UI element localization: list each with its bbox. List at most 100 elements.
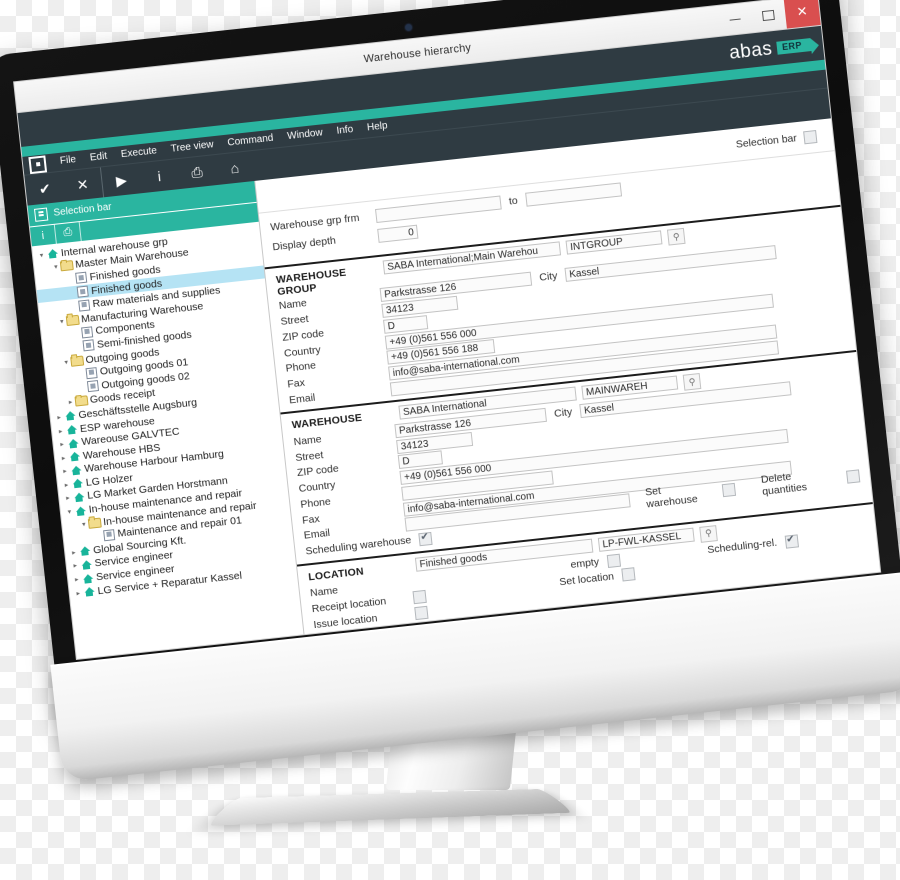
selection-bar-icon — [33, 207, 49, 222]
monitor-screen: Warehouse hierarchy ✕ abas ERP File Edit… — [13, 0, 882, 661]
document-icon — [77, 299, 91, 312]
folder-icon — [74, 395, 89, 407]
minimize-button[interactable] — [716, 2, 753, 35]
home-icon — [73, 506, 87, 516]
icon-shape — [47, 249, 58, 259]
search-icon[interactable]: ⚲ — [682, 373, 702, 392]
location-empty-checkbox[interactable] — [606, 553, 621, 568]
document-icon — [102, 528, 116, 542]
icon-shape — [74, 395, 89, 407]
menu-edit[interactable]: Edit — [82, 147, 115, 168]
close-button[interactable]: ✕ — [783, 0, 821, 29]
checkmark-icon[interactable]: ✔ — [24, 172, 65, 206]
icon-shape — [78, 299, 91, 312]
document-icon — [80, 326, 94, 339]
scheduling-rel-checkbox[interactable] — [784, 533, 799, 549]
issue-location-checkbox[interactable] — [414, 605, 429, 621]
tree-twisty-spacer — [78, 387, 87, 388]
warehouse-group-city-label: City — [538, 270, 559, 285]
icon-shape — [72, 479, 83, 489]
warehouse-city-label: City — [553, 405, 573, 420]
document-icon — [82, 339, 96, 352]
document-icon — [74, 272, 88, 285]
menu-file[interactable]: File — [52, 150, 84, 171]
home-icon — [63, 411, 77, 421]
abas-erp-application: Warehouse hierarchy ✕ abas ERP File Edit… — [14, 0, 882, 661]
detail-form-panel: Selection bar Warehouse grp frm to Displ… — [255, 118, 882, 661]
icon-shape — [68, 438, 79, 448]
home-icon — [78, 546, 92, 556]
home-icon — [65, 424, 79, 434]
icon-shape — [76, 285, 89, 298]
folder-icon — [70, 355, 85, 367]
folder-icon — [59, 260, 74, 272]
icon-shape — [85, 366, 98, 379]
tree-print-icon[interactable]: ⎙ — [55, 225, 80, 241]
icon-shape — [79, 546, 90, 556]
printer-icon[interactable]: ⎙ — [176, 155, 217, 189]
abas-erp-logo: abas ERP — [728, 35, 812, 64]
folder-icon — [87, 517, 102, 529]
tree-twisty-spacer — [69, 306, 78, 307]
icon-shape — [70, 465, 81, 475]
icon-shape — [65, 411, 76, 421]
document-icon — [76, 285, 90, 298]
info-icon[interactable]: i — [139, 159, 180, 193]
minimize-icon — [729, 18, 741, 21]
scheduling-warehouse-checkbox[interactable] — [418, 531, 433, 546]
document-icon — [86, 380, 100, 393]
folder-icon — [65, 314, 80, 326]
tree-twisty-spacer — [72, 333, 81, 334]
home-icon — [82, 587, 96, 597]
icon-shape — [81, 326, 94, 339]
receipt-location-checkbox[interactable] — [412, 590, 427, 605]
icon-shape — [87, 517, 102, 529]
home-icon — [70, 479, 84, 489]
tree-twisty-spacer — [66, 279, 75, 280]
set-warehouse-checkbox[interactable] — [722, 482, 737, 498]
application-icon — [28, 154, 48, 174]
tree-info-icon[interactable]: i — [30, 228, 55, 243]
home-icon — [68, 452, 82, 462]
icon-shape — [82, 573, 93, 583]
monitor-stand-base — [205, 788, 575, 826]
warehouse-hierarchy-tree[interactable]: Internal warehouse grpMaster Main Wareho… — [32, 222, 307, 660]
maximize-icon — [761, 9, 775, 22]
tree-twisty-spacer — [76, 374, 85, 375]
icon-shape — [81, 560, 92, 570]
search-icon[interactable]: ⚲ — [699, 524, 718, 543]
icon-shape — [75, 506, 86, 516]
icon-shape — [59, 260, 74, 272]
search-icon[interactable]: ⚲ — [666, 227, 686, 246]
home-icon — [46, 249, 60, 259]
tree-twisty-spacer — [73, 346, 82, 347]
menu-info[interactable]: Info — [329, 120, 361, 141]
home-icon — [69, 465, 83, 475]
icon-shape — [66, 425, 77, 435]
home-icon[interactable]: ⌂ — [214, 151, 255, 185]
location-empty-label: empty — [569, 556, 600, 572]
menu-help[interactable]: Help — [359, 117, 395, 139]
range-to-label: to — [508, 194, 519, 208]
icon-shape — [84, 587, 95, 597]
tree-twisty-spacer — [94, 536, 103, 537]
home-icon — [81, 573, 95, 583]
maximize-button[interactable] — [750, 0, 787, 32]
delete-quantities-checkbox[interactable] — [846, 469, 861, 484]
set-location-checkbox[interactable] — [621, 567, 636, 582]
selection-bar-checkbox[interactable] — [803, 129, 818, 144]
close-x-icon[interactable]: ✕ — [62, 168, 103, 202]
home-icon — [79, 560, 93, 570]
document-icon — [84, 366, 98, 379]
selection-bar-toggle-label: Selection bar — [735, 132, 798, 151]
logo-wordmark: abas — [728, 37, 774, 64]
display-depth-input[interactable]: 0 — [377, 224, 419, 243]
home-icon — [66, 438, 80, 448]
workspace: Selection bar i ⎙ Internal warehouse grp… — [27, 118, 882, 661]
home-icon — [72, 492, 86, 502]
tree-twisty-spacer — [67, 292, 76, 293]
icon-shape — [69, 452, 80, 462]
icon-shape — [103, 528, 116, 542]
icon-shape — [86, 380, 100, 393]
play-icon[interactable]: ▶ — [101, 163, 142, 197]
